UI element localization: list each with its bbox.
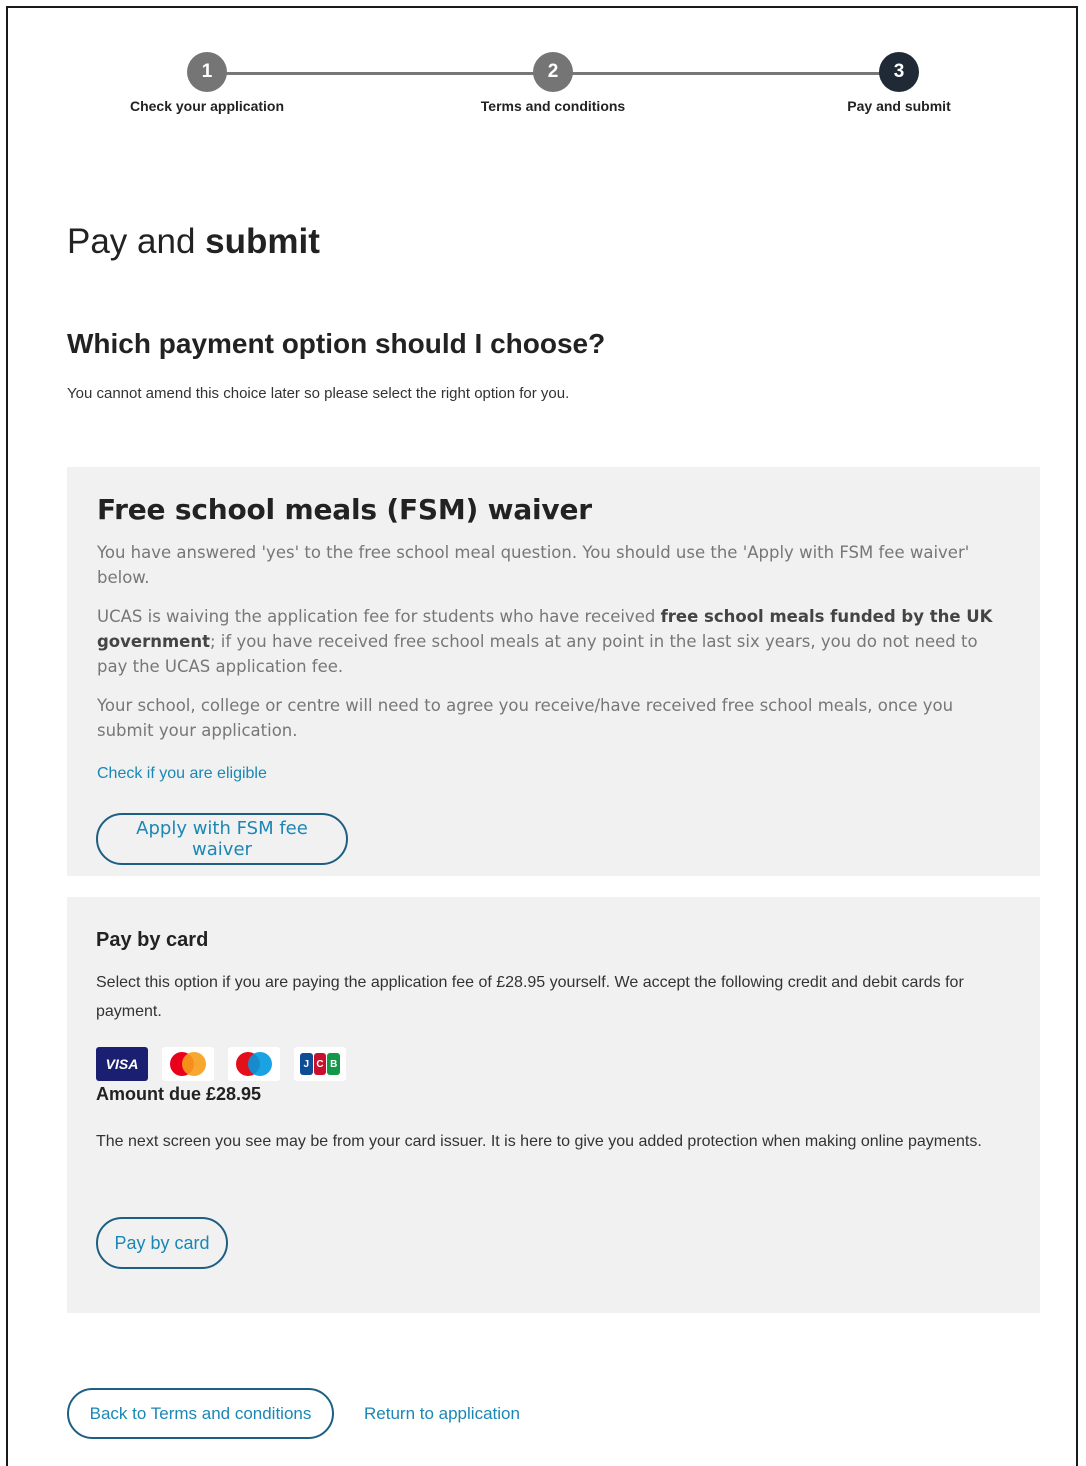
amount-due: Amount due £28.95 bbox=[96, 1084, 262, 1104]
card-description: Select this option if you are paying the… bbox=[96, 974, 964, 1020]
step-3-number: 3 bbox=[893, 61, 905, 82]
mastercard-icon bbox=[162, 1047, 214, 1081]
step-connector-1 bbox=[207, 72, 553, 75]
pay-by-card-panel: Pay by card Select this option if you ar… bbox=[67, 897, 1040, 1313]
maestro-icon bbox=[228, 1047, 280, 1081]
visa-text: VISA bbox=[105, 1056, 139, 1072]
page-title-light: Pay and bbox=[67, 222, 206, 261]
step-1-label: Check your application bbox=[129, 98, 285, 114]
card-title: Pay by card bbox=[96, 929, 209, 951]
return-to-application-link[interactable]: Return to application bbox=[364, 1404, 520, 1424]
intro-text: You cannot amend this choice later so pl… bbox=[67, 385, 570, 402]
step-3-label: Pay and submit bbox=[847, 98, 951, 114]
apply-fsm-waiver-button[interactable]: Apply with FSM fee waiver bbox=[96, 813, 348, 865]
page-title-bold: submit bbox=[205, 222, 320, 261]
fsm-paragraph-2: UCAS is waiving the application fee for … bbox=[97, 604, 1010, 679]
jcb-icon: J C B bbox=[294, 1047, 346, 1081]
fsm-title: Free school meals (FSM) waiver bbox=[97, 493, 592, 526]
page-title: Pay and submit bbox=[67, 222, 320, 262]
step-connector-2 bbox=[553, 72, 899, 75]
step-2-circle: 2 bbox=[533, 52, 573, 92]
step-2-label: Terms and conditions bbox=[480, 98, 626, 114]
fsm-paragraph-2-end: ; if you have received free school meals… bbox=[97, 632, 978, 676]
visa-icon: VISA bbox=[96, 1047, 148, 1081]
back-to-terms-button[interactable]: Back to Terms and conditions bbox=[67, 1388, 334, 1439]
step-2-number: 2 bbox=[547, 61, 559, 82]
step-1-circle: 1 bbox=[187, 52, 227, 92]
check-eligibility-link[interactable]: Check if you are eligible bbox=[97, 765, 267, 783]
fsm-paragraph-1: You have answered 'yes' to the free scho… bbox=[97, 543, 970, 587]
step-3-circle: 3 bbox=[879, 52, 919, 92]
accepted-cards: VISA J C B bbox=[96, 1047, 346, 1081]
step-1-number: 1 bbox=[201, 61, 213, 82]
fsm-paragraph-3: Your school, college or centre will need… bbox=[97, 696, 954, 740]
pay-by-card-button[interactable]: Pay by card bbox=[96, 1217, 228, 1269]
fsm-waiver-panel: Free school meals (FSM) waiver You have … bbox=[67, 467, 1040, 876]
card-issuer-note: The next screen you see may be from your… bbox=[96, 1133, 982, 1150]
fsm-paragraph-2-start: UCAS is waiving the application fee for … bbox=[97, 607, 661, 626]
section-title: Which payment option should I choose? bbox=[67, 328, 606, 359]
